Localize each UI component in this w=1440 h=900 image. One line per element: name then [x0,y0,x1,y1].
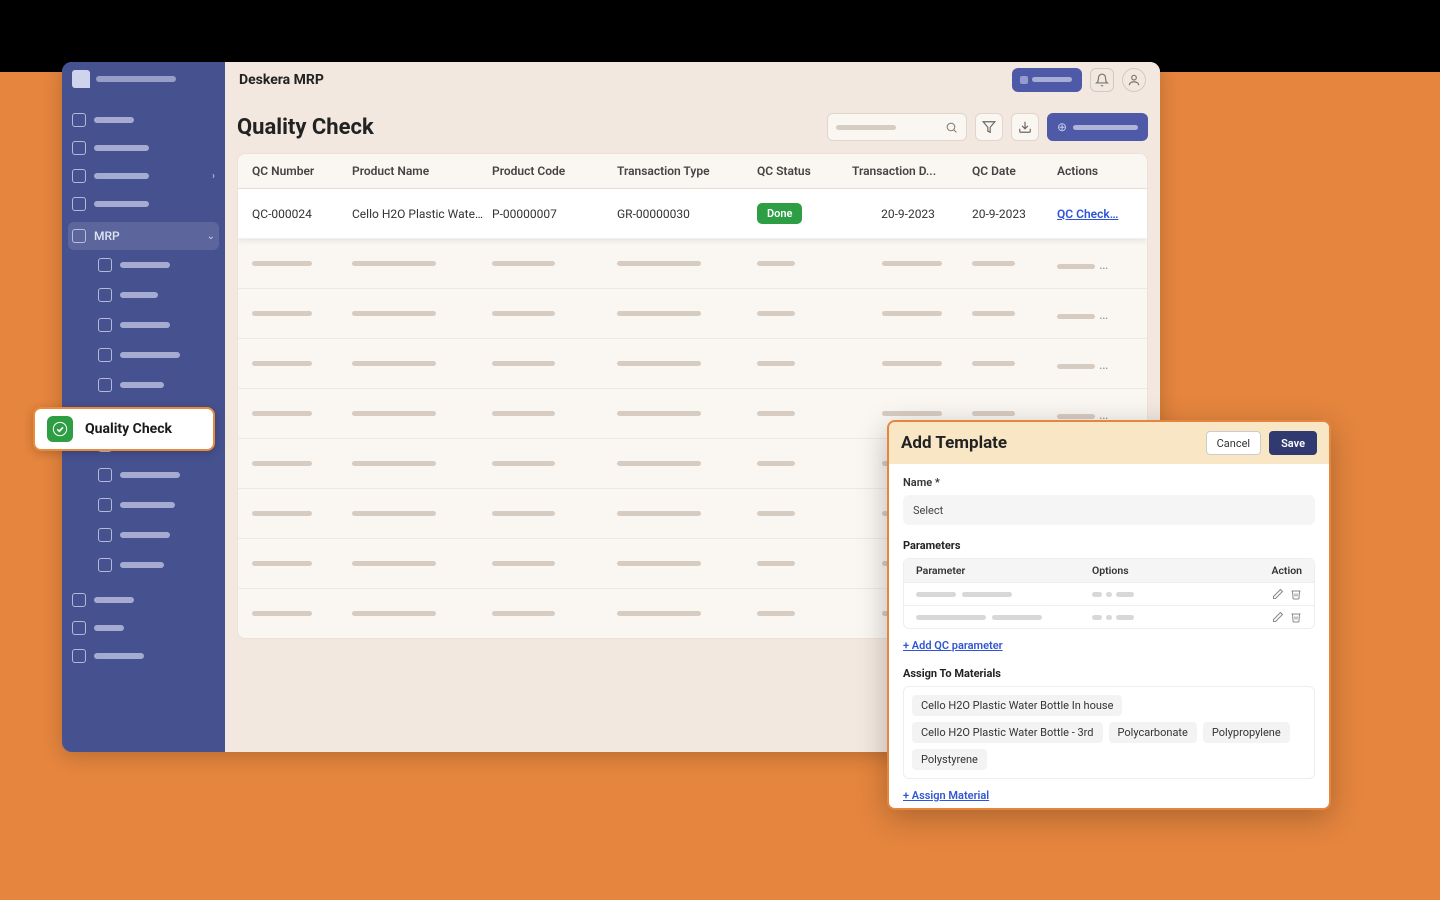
table-row[interactable]: QC-000024 Cello H2O Plastic Water... P-0… [238,189,1147,239]
assign-materials-label: Assign To Materials [903,667,1315,680]
save-button[interactable]: Save [1269,431,1317,455]
sidebar-item[interactable] [62,190,225,218]
sidebar-item[interactable] [62,642,225,670]
app-title: Deskera MRP [239,72,324,88]
th-action: Action [1232,564,1302,577]
cell-product-code: P-00000007 [492,207,617,221]
add-new-button[interactable]: ⊕ [1047,113,1148,141]
th-parameter: Parameter [916,564,1092,577]
sidebar-subitem[interactable] [88,490,225,520]
cell-transaction-type: GR-00000030 [617,207,757,221]
edit-icon[interactable] [1272,611,1284,623]
sidebar-subitem[interactable] [88,310,225,340]
search-input[interactable] [827,113,967,141]
th: QC Date [972,164,1057,178]
th: Actions [1057,164,1148,178]
primary-action-button[interactable] [1012,68,1082,92]
chevron-down-icon: ⌄ [207,231,215,242]
sidebar-subitem[interactable] [88,250,225,280]
sidebar-subitem[interactable] [88,370,225,400]
sidebar-subitem[interactable] [88,340,225,370]
modal-header: Add Template Cancel Save [889,422,1329,464]
status-badge: Done [757,203,802,224]
sidebar-item[interactable] [62,106,225,134]
delete-icon[interactable] [1290,588,1302,600]
name-select[interactable]: Select [903,495,1315,525]
sidebar-item[interactable]: › [62,162,225,190]
sidebar-subitem[interactable] [88,550,225,580]
th-options: Options [1092,564,1232,577]
topbar: Deskera MRP [225,62,1160,97]
material-chip[interactable]: Polypropylene [1203,722,1290,743]
th: Product Name [352,164,492,178]
qc-check-link[interactable]: QC Check… [1057,207,1118,221]
th: QC Status [757,164,852,178]
parameters-table: Parameter Options Action [903,558,1315,629]
download-button[interactable] [1011,113,1039,141]
material-chip[interactable]: Cello H2O Plastic Water Bottle In house [912,695,1122,716]
edit-icon[interactable] [1272,588,1284,600]
cell-qc-date: 20-9-2023 [972,207,1057,221]
cell-transaction-date: 20-9-2023 [852,207,972,221]
cancel-button[interactable]: Cancel [1206,431,1261,455]
th: QC Number [252,164,352,178]
callout-label: Quality Check [85,421,172,437]
quality-check-callout: Quality Check [33,407,215,451]
parameters-label: Parameters [903,539,1315,552]
param-row [904,582,1314,605]
sidebar-subitem[interactable] [88,460,225,490]
th: Transaction Type [617,164,757,178]
bell-icon[interactable] [1090,68,1114,92]
logo-icon [72,70,90,88]
sidebar-subitem[interactable] [88,520,225,550]
search-icon [945,121,958,134]
sidebar-item[interactable] [62,134,225,162]
sidebar-item-label: MRP [94,229,120,243]
name-label: Name * [903,476,1315,489]
th: Transaction D... [852,164,972,178]
filter-button[interactable] [975,113,1003,141]
logo [62,64,225,94]
modal-title: Add Template [901,433,1007,453]
plus-icon: ⊕ [1057,120,1067,134]
sidebar-item[interactable] [62,614,225,642]
add-qc-parameter-link[interactable]: + Add QC parameter [903,639,1003,652]
cell-product-name: Cello H2O Plastic Water... [352,207,492,221]
sidebar-item[interactable] [62,586,225,614]
sidebar-item-mrp[interactable]: MRP ⌄ [68,222,219,250]
avatar-icon[interactable] [1122,68,1146,92]
page-title: Quality Check [237,115,374,140]
table-header: QC Number Product Name Product Code Tran… [238,154,1147,189]
material-chip[interactable]: Polystyrene [912,749,987,770]
material-chip[interactable]: Polycarbonate [1109,722,1197,743]
delete-icon[interactable] [1290,611,1302,623]
th: Product Code [492,164,617,178]
material-chip[interactable]: Cello H2O Plastic Water Bottle - 3rd [912,722,1103,743]
materials-chips: Cello H2O Plastic Water Bottle In house … [903,686,1315,779]
sidebar-subitem[interactable] [88,280,225,310]
cell-qc-number: QC-000024 [252,207,352,221]
assign-material-link[interactable]: + Assign Material [903,789,989,802]
check-icon [47,416,73,442]
add-template-modal: Add Template Cancel Save Name * Select P… [887,420,1331,810]
param-row [904,605,1314,628]
